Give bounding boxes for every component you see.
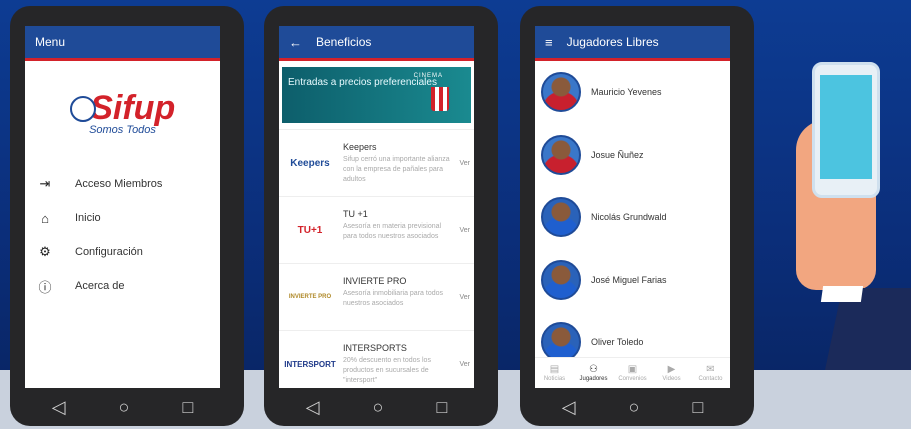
intersport-logo: INTERSPORT [284,359,336,369]
ver-link[interactable]: Ver [452,227,470,234]
deals-icon: ▣ [627,364,638,375]
menu-item-label: Inicio [75,212,101,224]
benefits-appbar: ← Beneficios [279,26,474,61]
banner-brand: CINEMA [413,73,443,79]
player-item[interactable]: Nicolás Grundwald [535,186,730,249]
bottom-tab-bar: ▤ Noticias ⚇ Jugadores ▣ Convenios ▶ Vid… [535,357,730,388]
benefit-name: INTERSPORTS [343,342,407,353]
illustration-phone [812,62,880,198]
phone-menu: Menu Sifup Somos Todos ⇥ Acceso Miembros… [10,6,244,426]
benefit-item[interactable]: TU+1 TU +1 Asesoría en materia prevision… [279,196,474,263]
soccer-ball-icon [69,95,96,122]
arrow-back-icon[interactable]: ← [289,35,302,50]
sifup-logo: Sifup Somos Todos [25,89,220,159]
cinema-banner[interactable]: Entradas a precios preferenciales CINEMA [282,67,471,123]
player-item[interactable]: Mauricio Yevenes [535,61,730,124]
menu-item-label: Acceso Miembros [75,178,163,190]
player-name: Nicolás Grundwald [591,212,667,223]
tab-noticias[interactable]: ▤ Noticias [535,358,574,388]
menu-item-inicio[interactable]: ⌂ Inicio [25,201,220,235]
contact-icon: ✉ [706,364,715,375]
login-icon: ⇥ [39,176,51,191]
keepers-logo: Keepers [290,157,330,169]
players-appbar: ≡ Jugadores Libres [535,26,730,61]
hamburger-menu-icon[interactable]: ≡ [545,35,553,50]
benefit-desc: Asesoría en materia previsional para tod… [343,222,442,240]
tab-convenios[interactable]: ▣ Convenios [613,358,652,388]
back-triangle-icon[interactable]: ◁ [52,397,66,418]
tab-jugadores[interactable]: ⚇ Jugadores [574,358,613,388]
home-circle-icon[interactable]: ○ [629,397,640,418]
phone-benefits: ← Beneficios Entradas a precios preferen… [264,6,498,426]
tab-label: Videos [662,376,681,382]
player-avatar [541,134,581,175]
ver-link[interactable]: Ver [452,361,470,368]
players-icon: ⚇ [589,364,598,375]
player-name: Oliver Toledo [591,337,644,348]
tab-contacto[interactable]: ✉ Contacto [691,358,730,388]
benefits-screen: ← Beneficios Entradas a precios preferen… [279,26,474,388]
benefit-desc: Asesoría inmobiliaria para todos nuestro… [343,289,443,307]
tab-label: Convenios [618,376,647,382]
recents-square-icon[interactable]: □ [437,397,448,418]
player-avatar [541,197,581,238]
tab-label: Contacto [698,376,723,382]
tu1-logo: TU+1 [297,224,323,236]
back-triangle-icon[interactable]: ◁ [562,397,576,418]
tab-videos[interactable]: ▶ Videos [652,358,691,388]
logo-text: Sifup [90,89,176,127]
menu-title: Menu [35,35,66,49]
menu-item-acceso[interactable]: ⇥ Acceso Miembros [25,167,220,201]
players-screen: ≡ Jugadores Libres Mauricio Yevenes Josu… [535,26,730,388]
benefit-desc: Sifup cerró una importante alianza con l… [343,155,450,183]
news-icon: ▤ [549,364,560,375]
players-title: Jugadores Libres [566,35,659,49]
video-icon: ▶ [667,364,676,375]
player-name: Mauricio Yevenes [591,87,662,98]
menu-item-label: Acerca de [75,280,125,292]
home-circle-icon[interactable]: ○ [119,397,130,418]
invierte-pro-logo: INVIERTE PRO [288,294,332,300]
recents-square-icon[interactable]: □ [183,397,194,418]
tab-label: Noticias [543,376,566,382]
tab-label: Jugadores [579,376,608,382]
player-item[interactable]: José Miguel Farias [535,249,730,312]
player-name: José Miguel Farias [591,274,667,285]
benefit-item[interactable]: INTERSPORT INTERSPORTS 20% descuento en … [279,330,474,388]
ver-link[interactable]: Ver [452,160,470,167]
android-nav-bar: ◁ ○ □ [279,390,474,424]
android-nav-bar: ◁ ○ □ [25,390,220,424]
benefit-name: INVIERTE PRO [343,275,407,286]
benefit-item[interactable]: Keepers Keepers Sifup cerró una importan… [279,129,474,196]
player-avatar [541,72,581,113]
ver-link[interactable]: Ver [452,294,470,301]
benefit-desc: 20% descuento en todos los productos en … [343,356,431,384]
menu-item-acerca[interactable]: ⓘ Acerca de [25,269,220,303]
home-icon: ⌂ [41,210,49,226]
gear-icon: ⚙ [39,244,51,259]
logo-tagline: Somos Todos [89,124,156,136]
menu-item-label: Configuración [75,246,143,258]
back-triangle-icon[interactable]: ◁ [306,397,320,418]
android-nav-bar: ◁ ○ □ [535,390,730,424]
menu-appbar: Menu [25,26,220,61]
home-circle-icon[interactable]: ○ [373,397,384,418]
player-name: Josue Ñuñez [591,149,644,160]
benefits-title: Beneficios [316,35,372,49]
benefit-item[interactable]: INVIERTE PRO INVIERTE PRO Asesoría inmob… [279,263,474,330]
illustration-phone-screen [820,75,872,179]
menu-item-configuracion[interactable]: ⚙ Configuración [25,235,220,269]
info-icon: ⓘ [38,279,52,295]
benefit-name: Keepers [343,141,377,152]
popcorn-icon [431,87,449,111]
recents-square-icon[interactable]: □ [693,397,704,418]
player-item[interactable]: Josue Ñuñez [535,124,730,187]
phone-players: ≡ Jugadores Libres Mauricio Yevenes Josu… [520,6,754,426]
shirt-cuff [820,286,864,302]
benefit-name: TU +1 [343,208,368,219]
player-avatar [541,259,581,300]
menu-screen: Menu Sifup Somos Todos ⇥ Acceso Miembros… [25,26,220,388]
